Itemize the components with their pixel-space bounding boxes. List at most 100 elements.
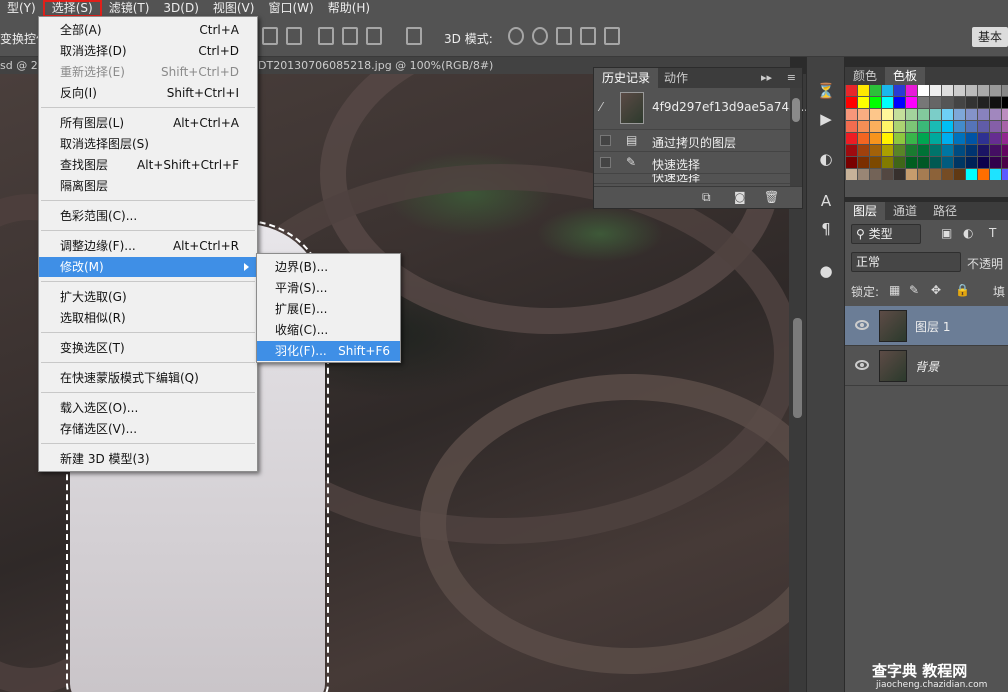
menu-3d[interactable]: 3D(D): [156, 0, 205, 17]
menu-item-new-3d-model[interactable]: 新建 3D 模型(3): [39, 449, 257, 469]
history-step[interactable]: ✎ 快速选择: [594, 152, 791, 174]
history-scrollbar[interactable]: [790, 88, 802, 188]
color-swatch[interactable]: [966, 169, 977, 180]
color-swatch[interactable]: [846, 169, 857, 180]
color-swatch[interactable]: [1002, 121, 1008, 132]
color-swatch[interactable]: [1002, 85, 1008, 96]
color-swatch[interactable]: [930, 85, 941, 96]
color-swatch[interactable]: [870, 109, 881, 120]
color-swatch[interactable]: [894, 157, 905, 168]
color-swatch[interactable]: [846, 157, 857, 168]
color-swatch[interactable]: [978, 133, 989, 144]
3d-roll-icon[interactable]: [532, 27, 548, 45]
submenu-item-contract[interactable]: 收缩(C)...: [257, 320, 400, 340]
lock-move-icon[interactable]: ✥: [931, 283, 941, 297]
character-icon[interactable]: A: [816, 191, 836, 211]
tab-paths[interactable]: 路径: [925, 202, 965, 220]
color-swatch[interactable]: [1002, 133, 1008, 144]
color-swatch[interactable]: [978, 85, 989, 96]
menu-item-similar[interactable]: 选取相似(R): [39, 308, 257, 328]
color-swatch[interactable]: [930, 145, 941, 156]
align-icon[interactable]: [318, 27, 334, 45]
distribute-icon[interactable]: [406, 27, 422, 45]
align-icon[interactable]: [262, 27, 278, 45]
color-swatch[interactable]: [978, 145, 989, 156]
menu-item-load-selection[interactable]: 载入选区(O)...: [39, 398, 257, 418]
color-swatch[interactable]: [906, 97, 917, 108]
menu-type[interactable]: 型(Y): [0, 0, 43, 17]
color-swatch[interactable]: [930, 109, 941, 120]
color-swatch[interactable]: [966, 85, 977, 96]
color-swatch[interactable]: [990, 169, 1001, 180]
color-swatch[interactable]: [846, 97, 857, 108]
collapse-icon[interactable]: ▸▸: [761, 71, 772, 84]
color-swatch[interactable]: [978, 97, 989, 108]
menu-item-color-range[interactable]: 色彩范围(C)...: [39, 206, 257, 226]
color-swatch[interactable]: [966, 133, 977, 144]
color-swatch[interactable]: [906, 133, 917, 144]
kuler-icon[interactable]: ●: [816, 261, 836, 281]
scroll-thumb[interactable]: [793, 318, 802, 418]
color-swatch[interactable]: [930, 169, 941, 180]
color-swatch[interactable]: [894, 121, 905, 132]
color-swatch[interactable]: [918, 97, 929, 108]
color-swatch[interactable]: [978, 121, 989, 132]
menu-item-deselect-layers[interactable]: 取消选择图层(S): [39, 134, 257, 154]
color-swatch[interactable]: [918, 85, 929, 96]
submenu-item-smooth[interactable]: 平滑(S)...: [257, 278, 400, 298]
menu-filter[interactable]: 滤镜(T): [102, 0, 157, 17]
color-swatch[interactable]: [858, 85, 869, 96]
submenu-item-border[interactable]: 边界(B)...: [257, 257, 400, 277]
3d-scale-icon[interactable]: [604, 27, 620, 45]
color-swatch[interactable]: [930, 157, 941, 168]
play-icon[interactable]: ▶: [816, 109, 836, 129]
color-swatch[interactable]: [954, 157, 965, 168]
color-swatch[interactable]: [990, 97, 1001, 108]
color-swatch[interactable]: [990, 157, 1001, 168]
color-swatch[interactable]: [966, 157, 977, 168]
color-swatch[interactable]: [942, 133, 953, 144]
color-swatch[interactable]: [918, 169, 929, 180]
color-swatch[interactable]: [894, 169, 905, 180]
blend-mode-select[interactable]: 正常: [851, 252, 961, 272]
color-swatch[interactable]: [882, 145, 893, 156]
color-swatch[interactable]: [954, 133, 965, 144]
color-swatch[interactable]: [870, 157, 881, 168]
workspace-select[interactable]: 基本: [972, 27, 1008, 47]
color-swatch[interactable]: [1002, 169, 1008, 180]
color-swatch[interactable]: [858, 145, 869, 156]
color-swatch[interactable]: [942, 145, 953, 156]
color-swatch[interactable]: [918, 109, 929, 120]
tab-swatches[interactable]: 色板: [885, 67, 926, 85]
color-swatch[interactable]: [906, 145, 917, 156]
color-swatch[interactable]: [846, 145, 857, 156]
type-filter-icon[interactable]: T: [989, 226, 996, 240]
color-swatch[interactable]: [918, 121, 929, 132]
color-swatch[interactable]: [1002, 157, 1008, 168]
color-swatch[interactable]: [882, 121, 893, 132]
menu-item-refine-edge[interactable]: 调整边缘(F)... Alt+Ctrl+R: [39, 236, 257, 256]
menu-item-find-layers[interactable]: 查找图层 Alt+Shift+Ctrl+F: [39, 155, 257, 175]
color-swatch[interactable]: [858, 109, 869, 120]
color-swatch[interactable]: [882, 109, 893, 120]
color-swatch[interactable]: [870, 121, 881, 132]
color-swatch[interactable]: [942, 121, 953, 132]
color-swatch[interactable]: [942, 157, 953, 168]
color-swatch[interactable]: [894, 97, 905, 108]
color-swatch[interactable]: [954, 85, 965, 96]
color-swatch[interactable]: [894, 109, 905, 120]
color-swatch[interactable]: [978, 169, 989, 180]
tab-history[interactable]: 历史记录: [594, 68, 659, 88]
menu-item-quick-mask[interactable]: 在快速蒙版模式下编辑(Q): [39, 368, 257, 388]
color-swatch[interactable]: [978, 109, 989, 120]
visibility-eye-icon[interactable]: [855, 320, 869, 330]
color-swatch[interactable]: [954, 97, 965, 108]
menu-item-save-selection[interactable]: 存储选区(V)...: [39, 419, 257, 439]
color-swatch[interactable]: [942, 109, 953, 120]
panel-menu-icon[interactable]: ≡: [787, 71, 796, 84]
camera-icon[interactable]: ◙: [734, 190, 746, 204]
3d-pan-icon[interactable]: [556, 27, 572, 45]
color-swatch[interactable]: [942, 169, 953, 180]
new-document-icon[interactable]: ⧉: [702, 190, 711, 205]
color-swatch[interactable]: [858, 133, 869, 144]
